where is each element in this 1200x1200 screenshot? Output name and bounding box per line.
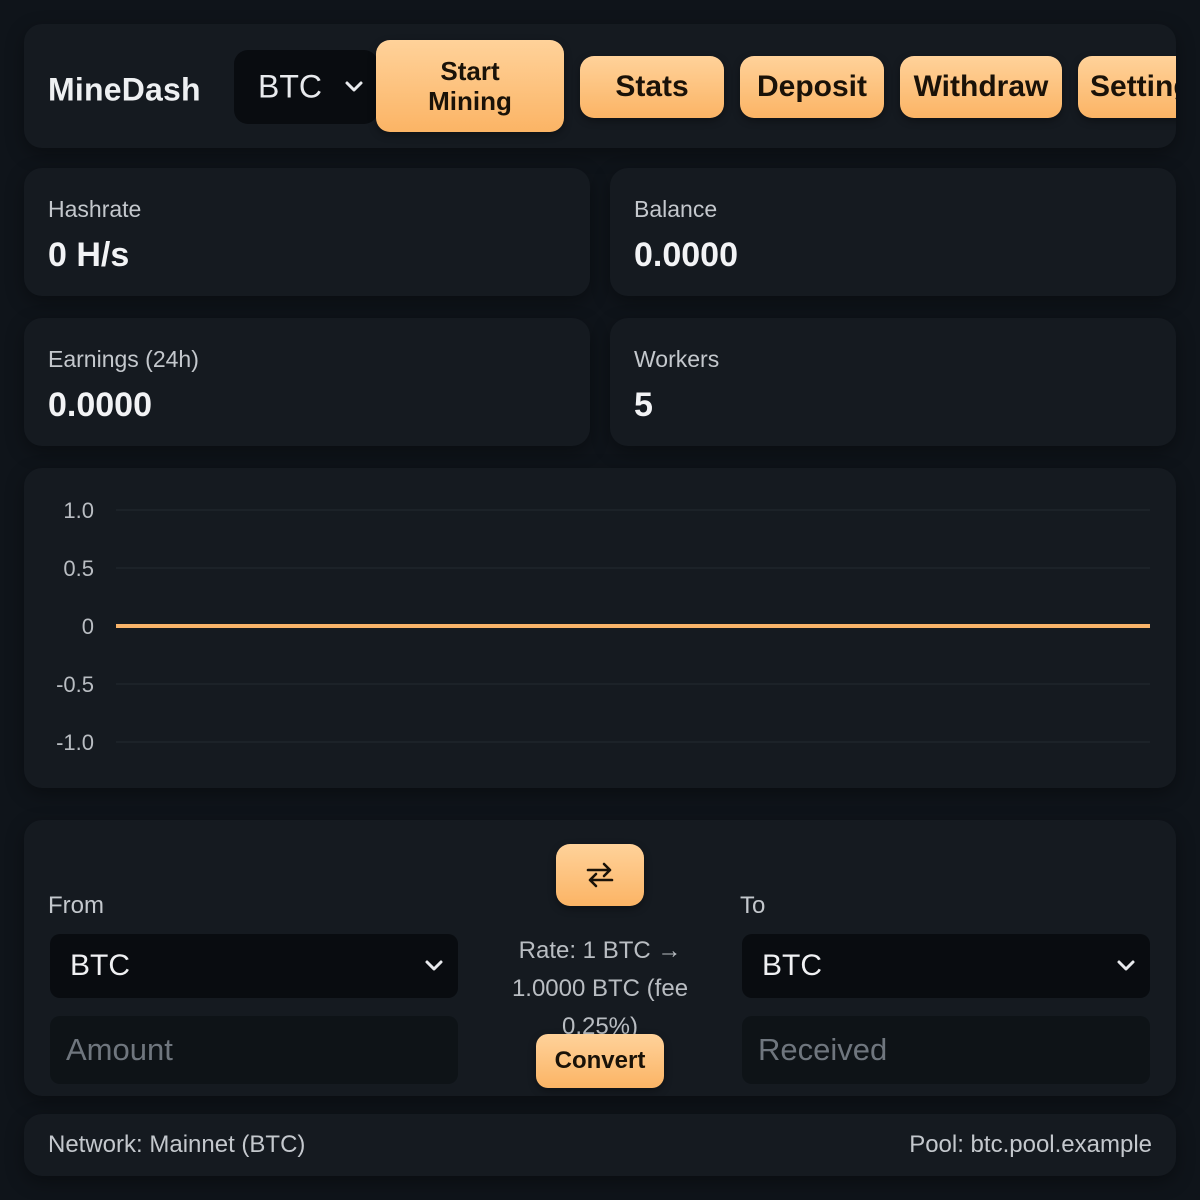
earnings-value: 0.0000 — [48, 386, 152, 424]
from-label: From — [48, 892, 104, 919]
hashrate-label: Hashrate — [48, 196, 142, 222]
to-currency-select[interactable]: BTC — [742, 934, 1150, 998]
received-input[interactable] — [742, 1016, 1150, 1084]
exchange-rate-text: Rate: 1 BTC → 1.0000 BTC (fee 0.25%) — [511, 937, 689, 1040]
to-label: To — [740, 892, 766, 919]
pool-status: Pool: btc.pool.example — [909, 1131, 1152, 1158]
status-footer: Network: Mainnet (BTC) Pool: btc.pool.ex… — [24, 1114, 1176, 1176]
hashrate-chart: 1.0 0.5 0 -0.5 -1.0 — [24, 468, 1176, 788]
stats-button[interactable]: Stats — [580, 56, 724, 118]
amount-input[interactable] — [50, 1016, 458, 1084]
chevron-down-icon — [425, 960, 443, 971]
y-tick-label: 0 — [82, 614, 94, 639]
network-status: Network: Mainnet (BTC) — [48, 1131, 306, 1158]
balance-value: 0.0000 — [634, 236, 738, 274]
balance-label: Balance — [634, 196, 718, 222]
workers-label: Workers — [634, 346, 720, 372]
y-tick-label: 0.5 — [63, 556, 94, 581]
swap-arrows-icon — [586, 862, 614, 888]
earnings-card: Earnings (24h) 0.0000 — [24, 318, 590, 446]
chevron-down-icon — [345, 81, 363, 92]
y-tick-label: -1.0 — [56, 730, 94, 755]
earnings-label: Earnings (24h) — [48, 346, 199, 372]
workers-value: 5 — [634, 386, 653, 424]
settings-button[interactable]: Settings — [1078, 56, 1176, 118]
converter-panel: From BTC Rate: 1 BTC → 1.0000 BTC (fee 0… — [24, 820, 1176, 1096]
swap-button[interactable] — [556, 844, 644, 906]
coin-select-value: BTC — [258, 68, 322, 105]
dashboard-page: MineDash BTC Start Mining Stats Deposit … — [0, 0, 1200, 1200]
convert-button[interactable]: Convert — [536, 1034, 664, 1088]
y-tick-label: 1.0 — [63, 498, 94, 523]
from-currency-select[interactable]: BTC — [50, 934, 458, 998]
brand-title: MineDash — [48, 71, 201, 108]
hashrate-card: Hashrate 0 H/s — [24, 168, 590, 296]
coin-select[interactable]: BTC — [234, 50, 378, 124]
deposit-button[interactable]: Deposit — [740, 56, 884, 118]
workers-card: Workers 5 — [610, 318, 1176, 446]
to-currency-value: BTC — [762, 949, 822, 982]
balance-card: Balance 0.0000 — [610, 168, 1176, 296]
top-bar: MineDash BTC Start Mining Stats Deposit … — [24, 24, 1176, 148]
chart-svg: 1.0 0.5 0 -0.5 -1.0 — [56, 498, 1150, 755]
from-currency-value: BTC — [70, 949, 130, 982]
chevron-down-icon — [1117, 960, 1135, 971]
start-mining-button[interactable]: Start Mining — [376, 40, 564, 132]
withdraw-button[interactable]: Withdraw — [900, 56, 1062, 118]
y-tick-label: -0.5 — [56, 672, 94, 697]
hashrate-value: 0 H/s — [48, 236, 130, 274]
